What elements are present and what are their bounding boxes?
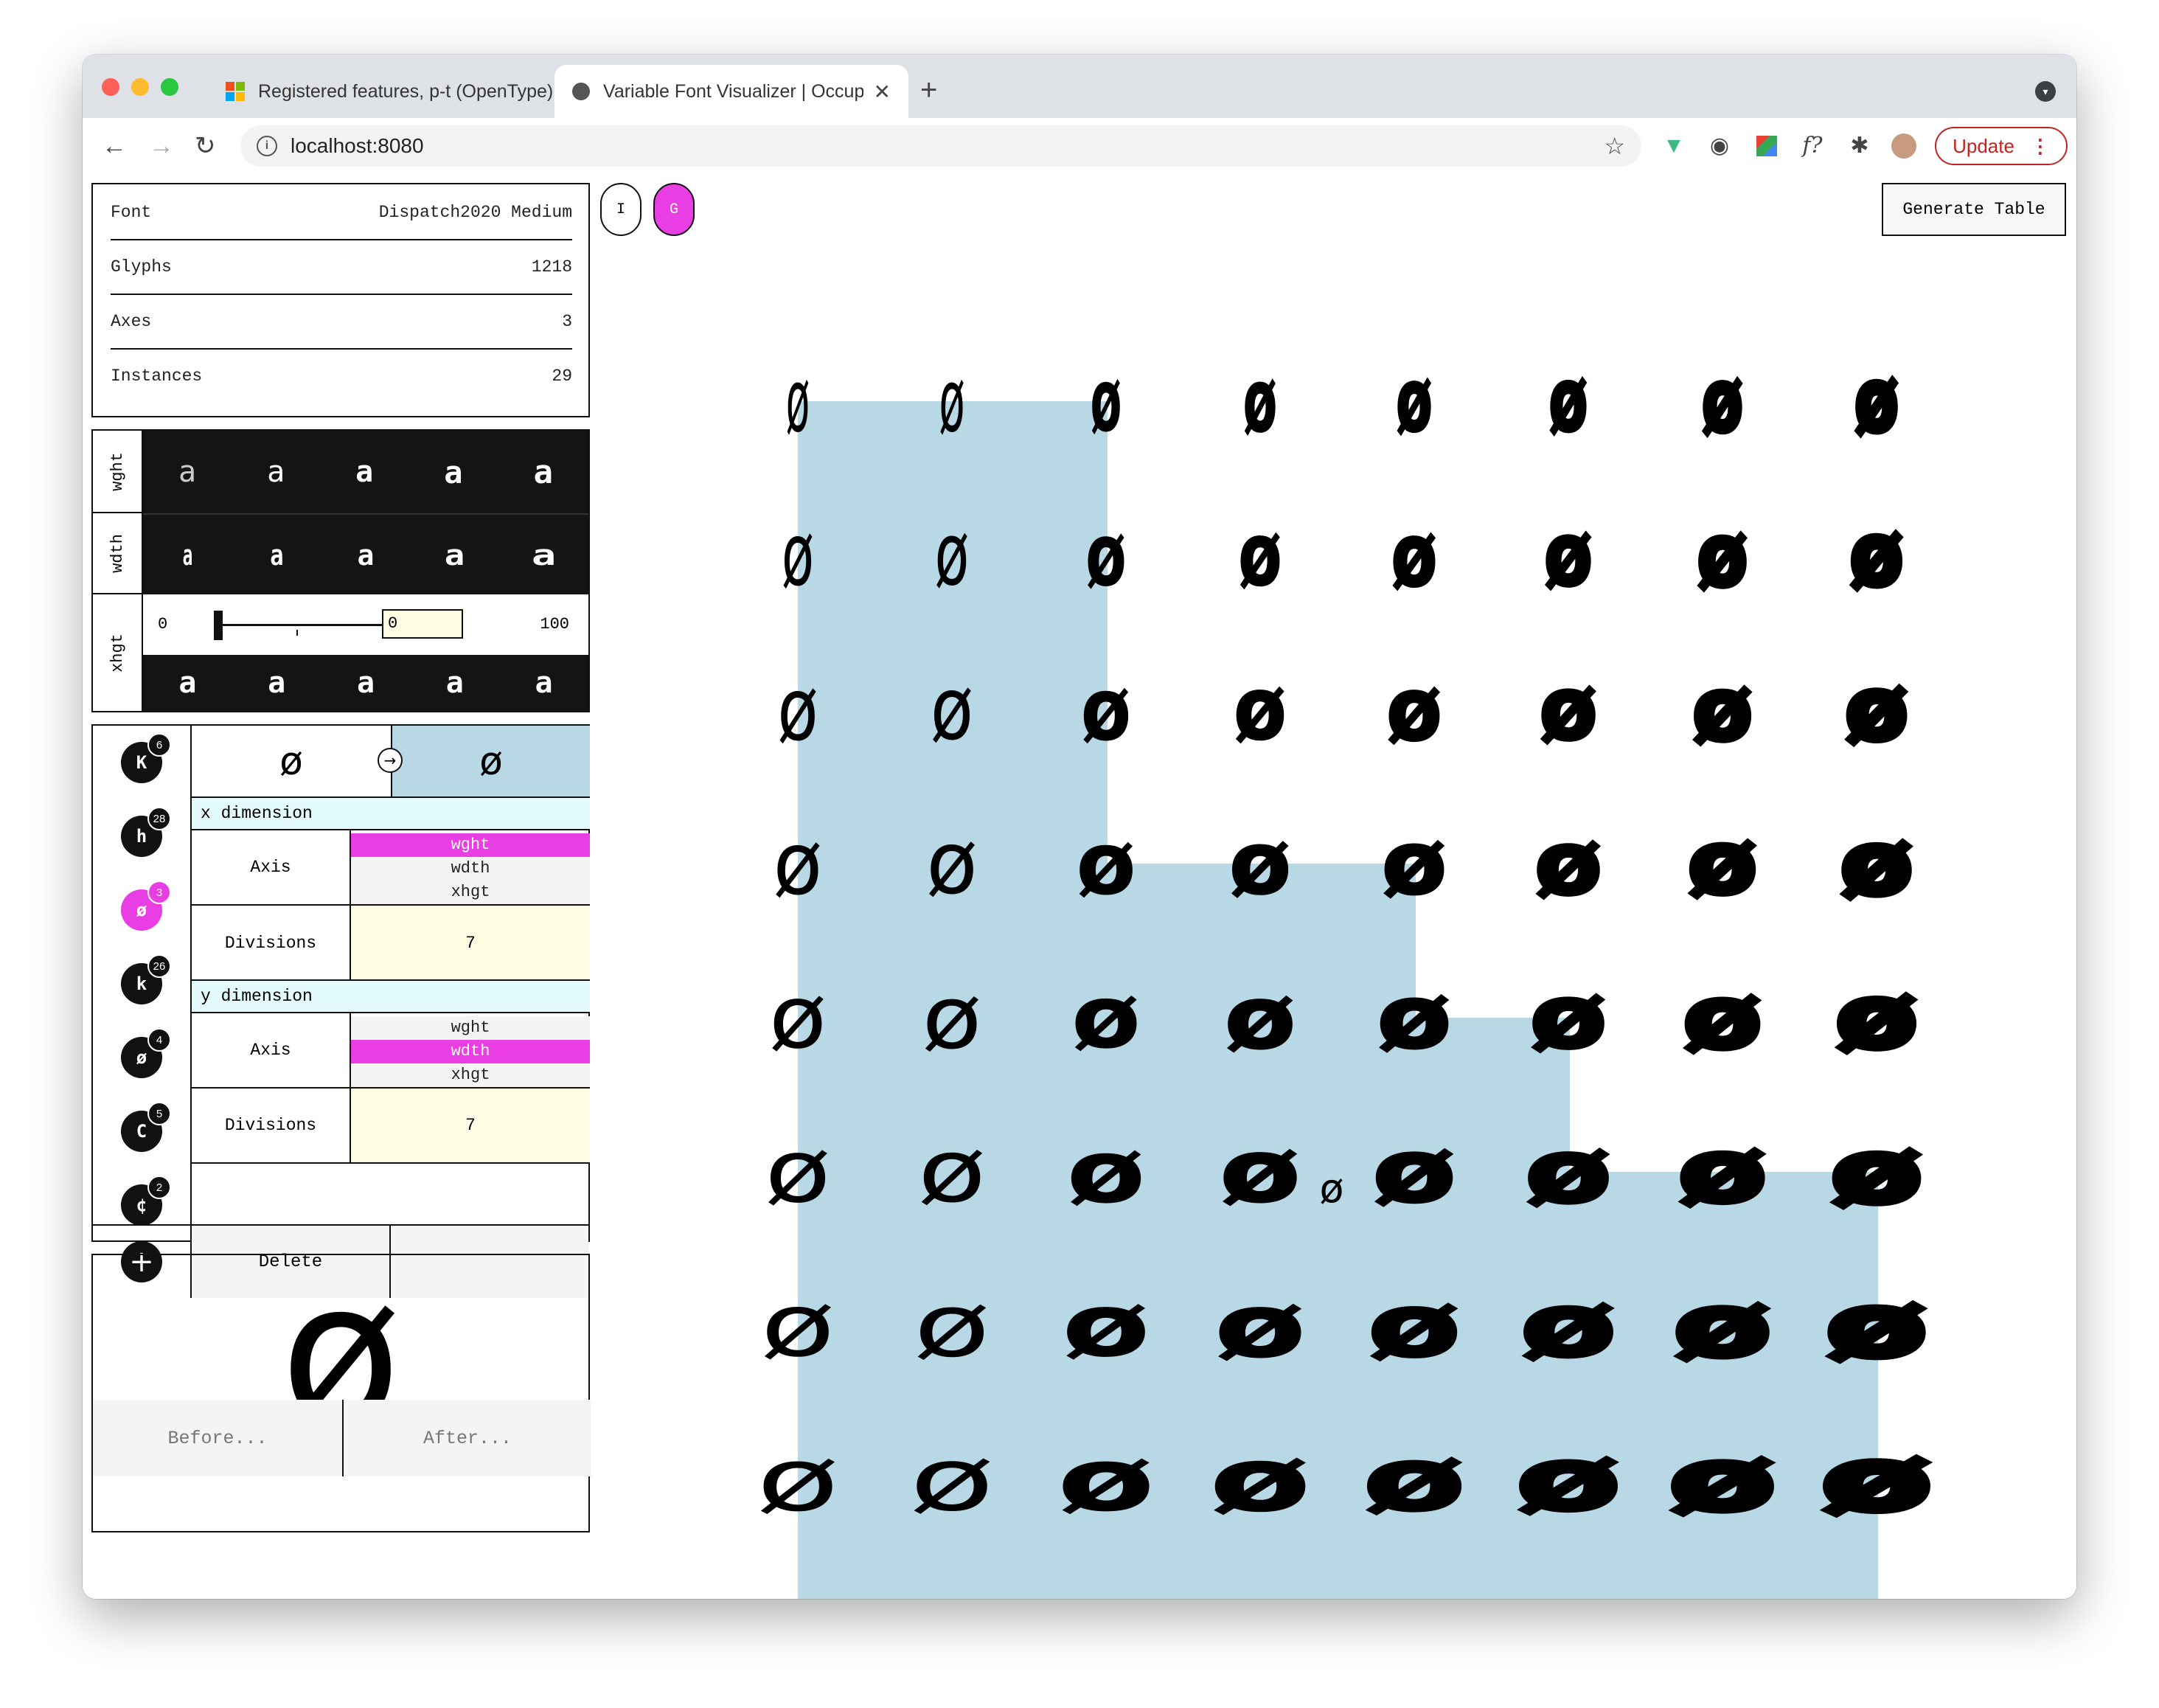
- font-extension-icon[interactable]: f?: [1798, 131, 1827, 161]
- grid-glyph[interactable]: ø: [1537, 657, 1599, 762]
- address-bar[interactable]: i localhost:8080 ☆: [240, 125, 1641, 167]
- grid-glyph[interactable]: ø: [769, 967, 827, 1069]
- eye-extension-icon[interactable]: ◉: [1705, 131, 1734, 161]
- grid-glyph[interactable]: ø: [917, 1122, 986, 1223]
- grid-glyph[interactable]: ø: [1670, 1272, 1775, 1379]
- grid-glyph[interactable]: ø: [1528, 965, 1609, 1070]
- grid-glyph[interactable]: ø: [760, 1275, 835, 1376]
- grid-glyph[interactable]: ø: [1690, 656, 1755, 763]
- grid-glyph[interactable]: ø: [1832, 964, 1921, 1072]
- grid-glyph[interactable]: ø: [1685, 810, 1760, 917]
- grid-glyph[interactable]: ø: [777, 659, 818, 760]
- url-text: localhost:8080: [291, 134, 424, 157]
- grid-glyph[interactable]: ø: [1371, 1119, 1458, 1223]
- tab-title: Registered features, p-t (OpenType): [258, 80, 554, 102]
- grid-glyph[interactable]: ø: [1071, 968, 1141, 1069]
- bookmark-star-icon[interactable]: ☆: [1604, 132, 1625, 160]
- grid-glyph[interactable]: ø: [1214, 1274, 1307, 1378]
- maximize-window-button[interactable]: [161, 78, 178, 96]
- page-content: Font Dispatch2020 Medium Glyphs 1218 Axe…: [83, 176, 2076, 1599]
- profile-avatar-icon[interactable]: [1889, 131, 1919, 161]
- grid-glyph[interactable]: ø: [786, 350, 810, 452]
- grid-glyph[interactable]: ø: [926, 813, 978, 914]
- browser-toolbar: ← → ↻ i localhost:8080 ☆ ▼ ◉ f? ✱ Update…: [83, 118, 2076, 177]
- microsoft-logo-icon: [226, 82, 245, 101]
- grid-glyph[interactable]: ø: [1513, 1427, 1624, 1532]
- grid-glyph[interactable]: ø: [1366, 1274, 1462, 1378]
- grid-glyph[interactable]: ø: [1838, 810, 1916, 918]
- grid-glyph[interactable]: ø: [1680, 964, 1765, 1071]
- small-grid-glyph: ø: [1319, 1165, 1343, 1212]
- grid-glyph[interactable]: ø: [1386, 658, 1443, 762]
- grid-glyph[interactable]: ø: [1852, 348, 1901, 454]
- grid-glyph[interactable]: ø: [1209, 1428, 1311, 1532]
- tab-variable-font-visualizer[interactable]: Variable Font Visualizer | Occupant Font…: [554, 65, 908, 118]
- grid-glyph[interactable]: ø: [1390, 504, 1438, 608]
- grid-glyph[interactable]: ø: [1533, 811, 1605, 917]
- grid-glyph[interactable]: ø: [1242, 350, 1277, 453]
- grid-glyph[interactable]: ø: [1380, 811, 1448, 915]
- grid-glyph[interactable]: ø: [1665, 1426, 1779, 1534]
- forward-icon[interactable]: →: [149, 128, 174, 164]
- grid-glyph[interactable]: ø: [931, 659, 973, 760]
- update-label: Update: [1953, 134, 2014, 157]
- tab-close-icon[interactable]: ✕: [874, 80, 891, 104]
- grid-glyph[interactable]: ø: [909, 1429, 995, 1530]
- grid-glyph[interactable]: ø: [1081, 659, 1132, 760]
- site-info-icon[interactable]: i: [257, 136, 277, 156]
- grid-glyph[interactable]: ø: [1091, 350, 1122, 451]
- grid-glyph[interactable]: ø: [1827, 1117, 1926, 1226]
- grid-glyph[interactable]: ø: [939, 350, 964, 451]
- glyph-grid: ø ø ø ø ø ø ø øø ø ø ø ø ø ø øø ø ø ø ø ø ø øø ø ø ø ø ø ø øø ø ø ø ø ø ø ø…: [756, 348, 1936, 1599]
- grid-glyph[interactable]: ø: [1675, 1119, 1770, 1226]
- grid-glyph[interactable]: ø: [1847, 502, 1906, 609]
- grid-glyph[interactable]: ø: [1085, 504, 1127, 605]
- tab-strip: Registered features, p-t (OpenType) ✕ Va…: [83, 55, 2076, 118]
- grid-glyph[interactable]: ø: [1523, 1119, 1613, 1224]
- update-button[interactable]: Update ⋮: [1935, 127, 2068, 165]
- grid-glyph[interactable]: ø: [1818, 1426, 1936, 1535]
- reload-icon[interactable]: ↻: [195, 128, 216, 164]
- tab-search-icon[interactable]: ▾: [2035, 81, 2056, 102]
- grid-glyph[interactable]: ø: [1062, 1275, 1151, 1376]
- extensions-puzzle-icon[interactable]: ✱: [1845, 131, 1874, 161]
- minimize-window-button[interactable]: [131, 78, 149, 96]
- grid-glyph[interactable]: ø: [1822, 1271, 1930, 1381]
- globe-icon: [572, 83, 590, 100]
- more-menu-icon[interactable]: ⋮: [2031, 135, 2050, 158]
- vue-devtools-icon[interactable]: ▼: [1659, 131, 1689, 161]
- grid-glyph[interactable]: ø: [1076, 813, 1136, 914]
- new-tab-button[interactable]: +: [920, 75, 937, 105]
- grid-glyph[interactable]: ø: [914, 1275, 991, 1376]
- color-extension-icon[interactable]: [1752, 131, 1781, 161]
- grid-glyph[interactable]: ø: [782, 504, 814, 606]
- grid-glyph[interactable]: ø: [756, 1429, 839, 1531]
- grid-glyph[interactable]: ø: [1700, 349, 1745, 454]
- grid-glyph[interactable]: ø: [1228, 812, 1293, 914]
- grid-glyph[interactable]: ø: [1695, 502, 1751, 608]
- grid-glyph[interactable]: ø: [1376, 966, 1453, 1070]
- grid-glyph[interactable]: ø: [1518, 1273, 1619, 1378]
- close-window-button[interactable]: [102, 78, 119, 96]
- grid-glyph[interactable]: ø: [1548, 350, 1590, 453]
- grid-glyph[interactable]: ø: [935, 505, 970, 605]
- grid-glyph[interactable]: ø: [1842, 656, 1911, 763]
- grid-glyph[interactable]: ø: [765, 1122, 831, 1223]
- grid-glyph[interactable]: ø: [1361, 1428, 1467, 1532]
- grid-glyph[interactable]: ø: [1395, 350, 1433, 453]
- grid-glyph[interactable]: ø: [1219, 1121, 1302, 1223]
- grid-glyph[interactable]: ø: [1066, 1121, 1146, 1223]
- grid-glyph[interactable]: ø: [922, 967, 982, 1069]
- back-icon[interactable]: ←: [102, 128, 127, 164]
- browser-window: Registered features, p-t (OpenType) ✕ Va…: [83, 55, 2076, 1599]
- grid-glyph[interactable]: ø: [1233, 659, 1287, 761]
- grid-glyph[interactable]: ø: [1057, 1429, 1155, 1530]
- grid-glyph[interactable]: ø: [1223, 966, 1297, 1069]
- grid-glyph[interactable]: ø: [773, 813, 822, 914]
- grid-glyph[interactable]: ø: [1543, 503, 1594, 608]
- tab-title: Variable Font Visualizer | Occupant Font…: [603, 80, 863, 102]
- grid-glyph[interactable]: ø: [1238, 504, 1283, 606]
